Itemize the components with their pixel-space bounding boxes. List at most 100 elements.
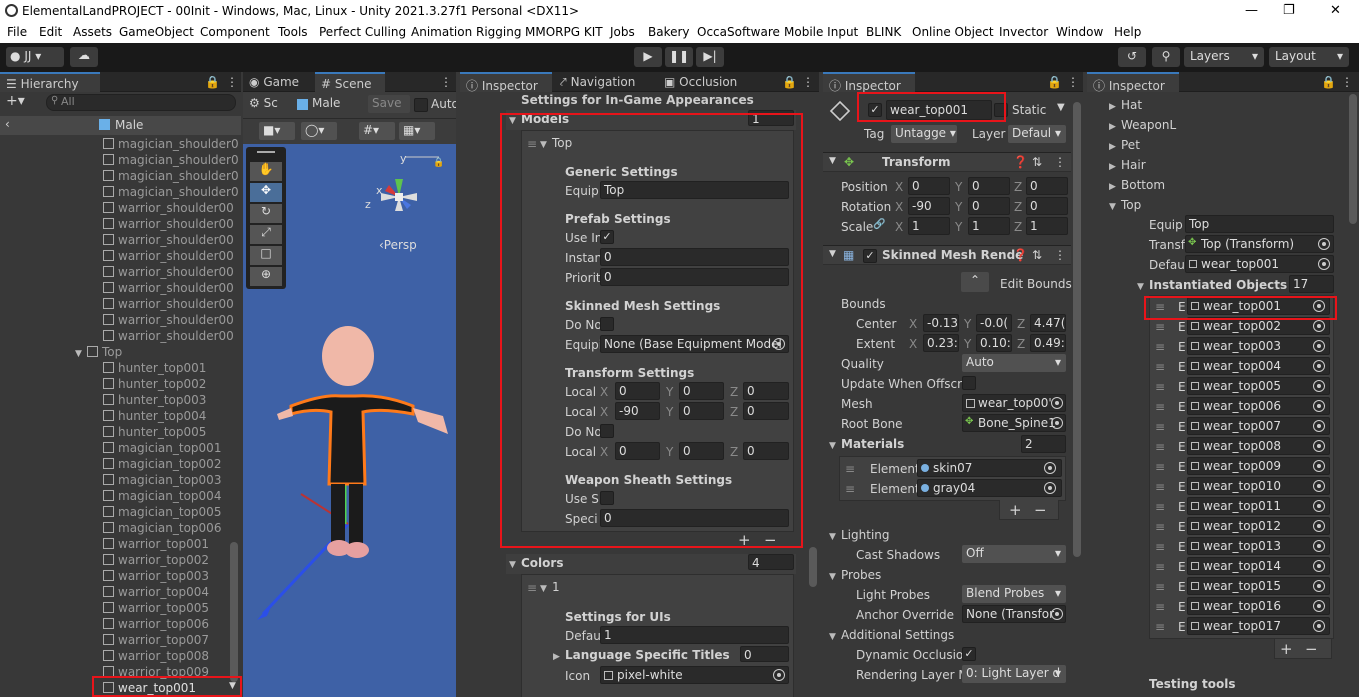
more-icon[interactable]: ⋮	[1054, 248, 1066, 262]
hierarchy-child-item[interactable]: hunter_top004	[103, 409, 206, 423]
local2-x-field[interactable]: -90	[615, 402, 660, 420]
object-picker-icon[interactable]	[1313, 320, 1325, 332]
object-picker-icon[interactable]	[1313, 340, 1325, 352]
hand-tool-button[interactable]: ✋	[250, 162, 282, 181]
auto-save-checkbox[interactable]	[414, 98, 428, 112]
maximize-icon[interactable]: ❐	[1283, 3, 1295, 18]
equip-field[interactable]: Top	[600, 181, 789, 199]
center-x-field[interactable]: -0.13	[923, 314, 959, 332]
object-picker-icon[interactable]	[1051, 608, 1063, 620]
hierarchy-child-item[interactable]: warrior_top007	[103, 633, 209, 647]
hierarchy-item[interactable]: magician_shoulder0	[103, 169, 239, 183]
link-icon[interactable]: 🔗	[873, 219, 885, 230]
hierarchy-item[interactable]: warrior_shoulder00	[103, 329, 234, 343]
instantiated-object-field[interactable]: wear_top017	[1187, 617, 1330, 635]
instantiated-object-field[interactable]: wear_top015	[1187, 577, 1330, 595]
models-remove-button[interactable]: −	[764, 531, 777, 549]
hierarchy-item[interactable]: magician_shoulder0	[103, 185, 239, 199]
snap-dropdown[interactable]: ▦▾	[399, 122, 435, 140]
instantiated-object-field[interactable]: wear_top005	[1187, 377, 1330, 395]
instantiated-object-field[interactable]: wear_top007	[1187, 417, 1330, 435]
equip-s-field[interactable]: Top	[1185, 215, 1334, 233]
drag-handle-icon[interactable]: ≡	[1155, 300, 1165, 314]
tab-navigation[interactable]: ⤤ Navigation	[554, 72, 656, 92]
drag-handle-icon[interactable]: ≡	[1155, 340, 1165, 354]
object-picker-icon[interactable]	[1044, 482, 1056, 494]
hierarchy-item[interactable]: magician_shoulder0	[103, 137, 239, 151]
draw-mode-dropdown[interactable]: ■▾	[259, 122, 295, 140]
menu-perfect-culling[interactable]: Perfect Culling	[319, 25, 406, 39]
local3-x-field[interactable]: 0	[615, 442, 660, 460]
drag-handle-icon[interactable]: ≡	[1155, 320, 1165, 334]
object-picker-icon[interactable]	[1051, 417, 1063, 429]
grid-dropdown[interactable]: #▾	[359, 122, 395, 140]
lighting-foldout[interactable]: ▼ Lighting	[829, 528, 890, 542]
hierarchy-child-item[interactable]: warrior_top009	[103, 665, 209, 679]
object-picker-icon[interactable]	[1313, 520, 1325, 532]
drag-handle-icon[interactable]: ≡	[1155, 560, 1165, 574]
hierarchy-item[interactable]: warrior_shoulder00	[103, 233, 234, 247]
inspector1-scrollbar[interactable]	[809, 547, 817, 587]
minimize-icon[interactable]: —	[1245, 3, 1258, 18]
instantiated-object-field[interactable]: wear_top002	[1187, 317, 1330, 335]
menu-animation-rigging[interactable]: Animation Rigging	[411, 25, 521, 39]
tab-occlusion[interactable]: ▣ Occlusion	[658, 72, 758, 92]
hierarchy-group-top[interactable]: ▼ Top	[75, 345, 122, 359]
local2-y-field[interactable]: 0	[679, 402, 724, 420]
hierarchy-child-item[interactable]: hunter_top003	[103, 393, 206, 407]
hierarchy-child-item[interactable]: magician_top006	[103, 521, 221, 535]
lang-titles-foldout[interactable]: ▶ Language Specific Titles	[553, 648, 730, 662]
priorit-field[interactable]: 0	[600, 268, 789, 286]
drag-handle-icon[interactable]: ≡	[1155, 620, 1165, 634]
hierarchy-child-item[interactable]: warrior_top002	[103, 553, 209, 567]
hierarchy-item[interactable]: warrior_shoulder00	[103, 265, 234, 279]
menu-help[interactable]: Help	[1114, 25, 1141, 39]
lock-icon[interactable]: 🔒	[205, 75, 220, 89]
tab-scene[interactable]: # Scene	[315, 72, 385, 92]
object-picker-icon[interactable]	[1313, 400, 1325, 412]
menu-bakery[interactable]: Bakery	[648, 25, 690, 39]
tab-inspector2[interactable]: ⓘ Inspector	[823, 72, 915, 93]
help-icon[interactable]: ❓	[1013, 155, 1028, 169]
local3-z-field[interactable]: 0	[743, 442, 789, 460]
lock-icon[interactable]: 🔒	[782, 75, 797, 89]
drag-handle-icon[interactable]: ≡	[1155, 440, 1165, 454]
object-picker-icon[interactable]	[1313, 360, 1325, 372]
hierarchy-child-item[interactable]: hunter_top001	[103, 361, 206, 375]
update-offscreen-checkbox[interactable]	[962, 376, 976, 390]
object-name-field[interactable]: wear_top001	[886, 100, 992, 120]
hierarchy-child-item[interactable]: warrior_top001	[103, 537, 209, 551]
center-z-field[interactable]: 4.47(	[1030, 314, 1066, 332]
drag-handle-icon[interactable]: ≡	[1155, 360, 1165, 374]
play-button[interactable]: ▶	[634, 47, 662, 67]
scale-tool-button[interactable]: ⤢	[250, 225, 282, 244]
material0-field[interactable]: skin07	[917, 459, 1062, 477]
menu-file[interactable]: File	[7, 25, 27, 39]
defau-field[interactable]: 1	[600, 626, 789, 644]
do-no2-checkbox[interactable]	[600, 424, 614, 438]
transform-foldout-icon[interactable]: ▼	[829, 156, 836, 166]
inst-add-button[interactable]: +	[1280, 640, 1293, 658]
rotate-tool-button[interactable]: ↻	[250, 204, 282, 223]
group-foldout[interactable]: ▶ Hat	[1109, 98, 1142, 112]
additional-foldout[interactable]: ▼ Additional Settings	[829, 628, 954, 642]
rotation-z-field[interactable]: 0	[1026, 197, 1068, 215]
menu-component[interactable]: Component	[200, 25, 270, 39]
more-icon[interactable]: ⋮	[802, 75, 814, 89]
transf-field[interactable]: Top (Transform)	[1185, 235, 1334, 253]
hierarchy-root-row[interactable]: ‹ Male	[0, 116, 241, 135]
instantiated-object-field[interactable]: wear_top008	[1187, 437, 1330, 455]
center-y-field[interactable]: -0.0(	[976, 314, 1012, 332]
menu-gameobject[interactable]: GameObject	[119, 25, 194, 39]
inst-count[interactable]: 17	[1289, 275, 1334, 293]
inst-foldout[interactable]: ▼ Instantiated Objects	[1137, 278, 1287, 292]
scene-gizmo[interactable]	[359, 149, 439, 229]
inspector2-scrollbar[interactable]	[1073, 102, 1081, 557]
instantiated-object-field[interactable]: wear_top014	[1187, 557, 1330, 575]
colors-count[interactable]: 4	[748, 554, 794, 570]
object-picker-icon[interactable]	[1313, 380, 1325, 392]
layers-dropdown[interactable]: Layers ▾	[1184, 47, 1264, 67]
more-icon[interactable]: ⋮	[1054, 155, 1066, 169]
rotation-x-field[interactable]: -90	[908, 197, 950, 215]
history-button[interactable]: ↺	[1118, 47, 1146, 67]
